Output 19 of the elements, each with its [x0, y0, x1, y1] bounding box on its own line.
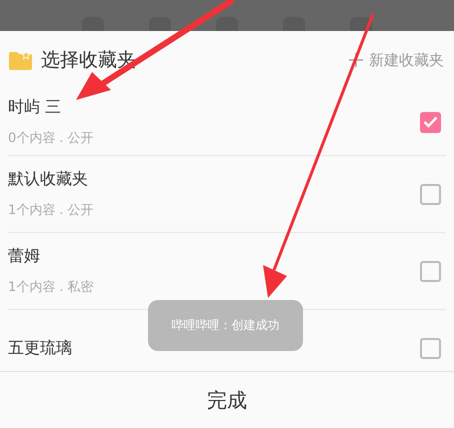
checkbox[interactable] — [420, 112, 441, 132]
folder-info: 1个内容 . 私密 — [8, 279, 95, 296]
toolbar-icon[interactable] — [216, 17, 238, 31]
folder-info: 0个内容 . 公开 — [8, 130, 95, 147]
toast-message: 哔哩哔哩：创建成功 — [148, 300, 303, 351]
folder-name: 默认收藏夹 — [8, 169, 89, 190]
folder-name: 时屿 三 — [8, 97, 62, 118]
done-button[interactable]: 完成 — [187, 380, 267, 420]
folder-star-icon — [9, 50, 32, 70]
toolbar-icon[interactable] — [82, 17, 104, 31]
toolbar-icon[interactable] — [149, 17, 172, 31]
plus-icon — [349, 53, 363, 67]
folder-name: 蕾姆 — [8, 246, 41, 267]
checkbox[interactable] — [420, 338, 441, 358]
toolbar-icon[interactable] — [282, 17, 305, 31]
folder-name: 五更琉璃 — [8, 338, 73, 358]
folder-info: 1个内容 . 公开 — [8, 202, 95, 219]
checkbox[interactable] — [420, 184, 441, 204]
checkbox[interactable] — [420, 260, 441, 282]
